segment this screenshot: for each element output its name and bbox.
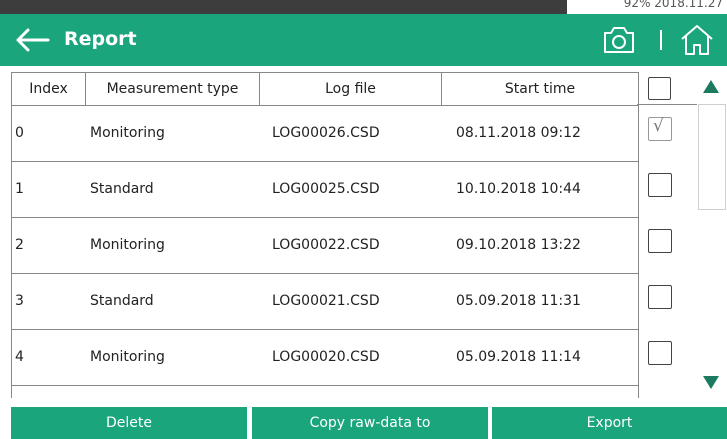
status-text: 92% 2018.11.27: [623, 0, 723, 10]
scroll-down-arrow-icon[interactable]: [703, 376, 719, 389]
row-checkbox[interactable]: [648, 229, 672, 253]
header-divider-line: [637, 104, 697, 105]
scroll-up-arrow-icon[interactable]: [703, 80, 719, 93]
cell-start-time: 10.10.2018 10:44: [456, 181, 581, 197]
cell-log-file: LOG00022.CSD: [272, 237, 380, 253]
table-row[interactable]: 3 Standard LOG00021.CSD 05.09.2018 11:31: [12, 274, 638, 330]
table-header: Index Measurement type Log file Start ti…: [12, 73, 638, 106]
column-header-index: Index: [12, 73, 86, 105]
table-row-partial[interactable]: [12, 386, 638, 398]
select-all-checkbox[interactable]: [648, 77, 671, 100]
cell-log-file: LOG00021.CSD: [272, 293, 380, 309]
export-button[interactable]: Export: [492, 407, 727, 439]
cell-log-file: LOG00020.CSD: [272, 349, 380, 365]
column-header-logfile: Log file: [260, 73, 442, 105]
cell-start-time: 08.11.2018 09:12: [456, 125, 581, 141]
cell-measurement-type: Standard: [90, 293, 154, 309]
cell-index: 1: [15, 181, 24, 197]
table-row[interactable]: 4 Monitoring LOG00020.CSD 05.09.2018 11:…: [12, 330, 638, 386]
cell-start-time: 09.10.2018 13:22: [456, 237, 581, 253]
cell-index: 0: [15, 125, 24, 141]
table-row[interactable]: 1 Standard LOG00025.CSD 10.10.2018 10:44: [12, 162, 638, 218]
cell-measurement-type: Monitoring: [90, 237, 165, 253]
table-row[interactable]: 0 Monitoring LOG00026.CSD 08.11.2018 09:…: [12, 106, 638, 162]
cell-start-time: 05.09.2018 11:31: [456, 293, 581, 309]
cell-start-time: 05.09.2018 11:14: [456, 349, 581, 365]
check-mark-icon: √: [653, 116, 664, 136]
cell-index: 4: [15, 349, 24, 365]
cell-measurement-type: Monitoring: [90, 349, 165, 365]
home-button[interactable]: [679, 23, 715, 57]
status-bar-dark: [0, 0, 567, 14]
cell-log-file: LOG00026.CSD: [272, 125, 380, 141]
page-title: Report: [64, 28, 137, 50]
scrollbar-thumb[interactable]: [698, 104, 726, 210]
row-checkbox-checked[interactable]: √: [648, 116, 672, 141]
back-button[interactable]: [14, 26, 54, 54]
cell-index: 3: [15, 293, 24, 309]
row-checkbox[interactable]: [648, 341, 672, 365]
table-row[interactable]: 2 Monitoring LOG00022.CSD 09.10.2018 13:…: [12, 218, 638, 274]
cell-measurement-type: Standard: [90, 181, 154, 197]
report-table: Index Measurement type Log file Start ti…: [11, 72, 639, 398]
cell-log-file: LOG00025.CSD: [272, 181, 380, 197]
row-checkbox[interactable]: [648, 285, 672, 309]
camera-icon: [604, 27, 634, 53]
delete-button[interactable]: Delete: [11, 407, 247, 439]
copy-raw-data-button[interactable]: Copy raw-data to: [252, 407, 488, 439]
cell-index: 2: [15, 237, 24, 253]
header-divider: [660, 30, 662, 50]
row-checkbox[interactable]: [648, 173, 672, 197]
screenshot-button[interactable]: [601, 24, 637, 56]
app-header: Report: [0, 14, 727, 66]
arrow-left-icon: [16, 28, 50, 52]
column-header-type: Measurement type: [86, 73, 260, 105]
cell-measurement-type: Monitoring: [90, 125, 165, 141]
status-bar: 92% 2018.11.27: [0, 0, 727, 14]
home-icon: [681, 25, 713, 55]
column-header-start-time: Start time: [504, 81, 576, 97]
